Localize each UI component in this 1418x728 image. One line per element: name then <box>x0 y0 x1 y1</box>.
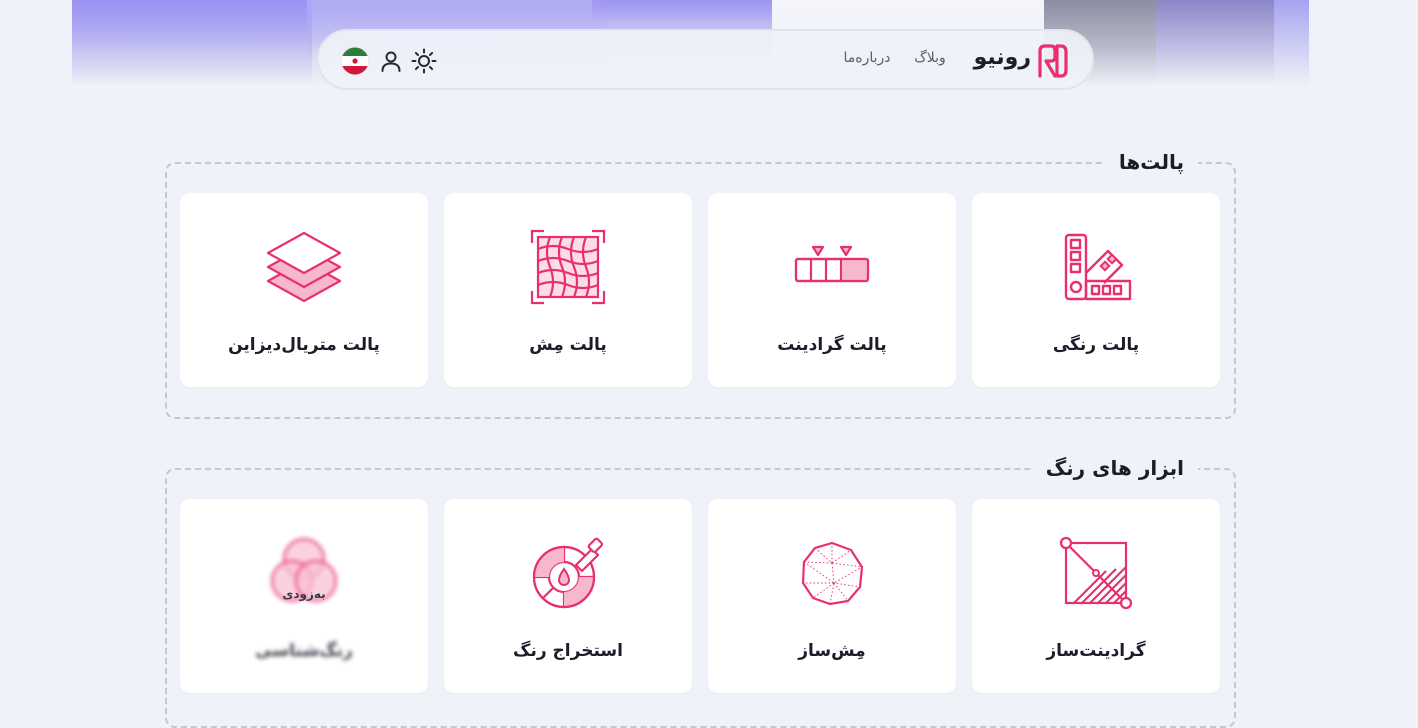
mesh-sphere-icon <box>801 541 864 606</box>
iran-flag-icon[interactable] <box>339 45 371 77</box>
mesh-grid-icon <box>530 229 606 305</box>
navbar: رونیو وبلاگ درباره‌ما <box>317 29 1094 90</box>
card-label: مِش‌ساز <box>798 641 866 661</box>
card-label: رنگ‌شناسی <box>255 641 353 661</box>
card-label: استخراج رنگ <box>513 641 623 661</box>
card-color-extractor[interactable]: استخراج رنگ <box>444 499 692 693</box>
card-mesh-palette[interactable]: پالت مِش <box>444 193 692 387</box>
ronio-logo-icon[interactable] <box>1037 43 1069 79</box>
card-label: پالت رنگی <box>1052 335 1140 355</box>
user-icon[interactable] <box>377 47 405 75</box>
card-label: پالت متریال‌دیزاین <box>228 335 380 355</box>
gradient-bar-icon <box>794 245 870 283</box>
color-swatch-icon <box>1064 233 1132 301</box>
nav-link-blog[interactable]: وبلاگ <box>907 50 953 72</box>
brand-name[interactable]: رونیو <box>959 45 1031 75</box>
card-label: پالت گرادینت <box>777 335 887 355</box>
card-color-theory[interactable]: به‌زودی رنگ‌شناسی <box>180 499 428 693</box>
layers-icon <box>266 231 342 303</box>
section-title-palettes: پالت‌ها <box>1104 144 1198 180</box>
gradient-maker-icon <box>1059 536 1133 610</box>
section-title-tools: ابزار های رنگ <box>1031 450 1198 486</box>
nav-link-about[interactable]: درباره‌ما <box>836 50 898 72</box>
card-color-palette[interactable]: پالت رنگی <box>972 193 1220 387</box>
sun-icon[interactable] <box>410 47 438 75</box>
card-label: گرادینت‌ساز <box>1046 641 1146 661</box>
card-material-palette[interactable]: پالت متریال‌دیزاین <box>180 193 428 387</box>
card-gradient-palette[interactable]: پالت گرادینت <box>708 193 956 387</box>
card-gradient-maker[interactable]: گرادینت‌ساز <box>972 499 1220 693</box>
color-picker-wheel-icon <box>532 537 604 609</box>
card-label: پالت مِش <box>529 335 607 355</box>
card-mesh-maker[interactable]: مِش‌ساز <box>708 499 956 693</box>
color-tools-section: ابزار های رنگ گرادینت‌ساز مِش‌ساز <box>165 450 1236 728</box>
coming-soon-badge: به‌زودی <box>282 587 326 601</box>
palettes-section: پالت‌ها پالت رنگی <box>165 144 1236 419</box>
